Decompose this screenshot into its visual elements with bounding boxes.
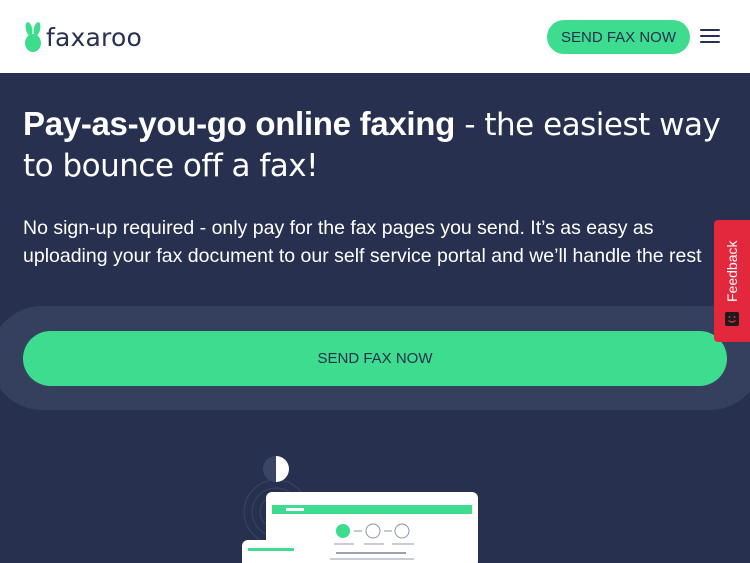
- hamburger-menu-icon[interactable]: [700, 27, 720, 45]
- feedback-tab[interactable]: Feedback: [714, 220, 750, 342]
- logo-wordmark: faxaroo: [46, 22, 142, 52]
- hero-headline-bold: Pay-as-you-go online faxing: [23, 105, 455, 142]
- smile-icon: [725, 312, 739, 326]
- feedback-label: Feedback: [724, 240, 740, 302]
- portal-illustration: [242, 456, 478, 563]
- hero-send-fax-button[interactable]: SEND FAX NOW: [23, 331, 727, 386]
- kangaroo-logo-icon: [25, 22, 41, 52]
- hero-headline: Pay-as-you-go online faxing - the easies…: [23, 104, 733, 186]
- hero-subtext: No sign-up required - only pay for the f…: [23, 217, 702, 267]
- logo[interactable]: faxaroo: [22, 20, 142, 54]
- site-header: faxaroo SEND FAX NOW: [0, 0, 750, 73]
- header-send-fax-button[interactable]: SEND FAX NOW: [547, 20, 690, 54]
